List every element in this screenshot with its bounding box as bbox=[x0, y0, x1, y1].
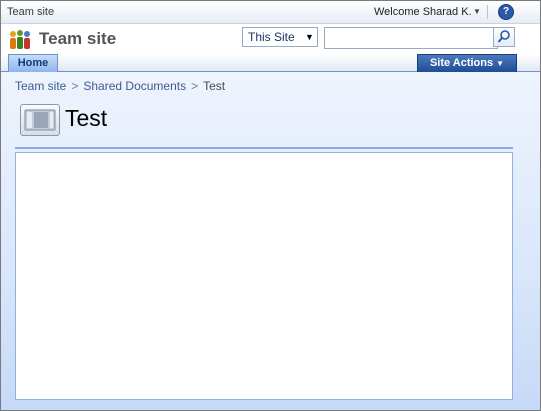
top-nav-bar: Home Site Actions ▼ bbox=[1, 54, 540, 73]
chevron-down-icon: ▼ bbox=[496, 59, 505, 68]
search-button[interactable] bbox=[493, 27, 515, 47]
sharepoint-window: Team site Welcome Sharad K. ▼ ? Team sit… bbox=[0, 0, 541, 411]
sharepoint-people-logo-icon bbox=[10, 30, 30, 49]
page-title: Test bbox=[65, 105, 108, 131]
site-actions-label: Site Actions bbox=[429, 57, 494, 69]
title-divider bbox=[15, 147, 513, 149]
title-area: Team site This Site ▼ bbox=[1, 24, 540, 54]
search-scope-value: This Site bbox=[248, 30, 295, 44]
welcome-menu[interactable]: Welcome Sharad K. bbox=[374, 6, 472, 18]
breadcrumb: Team site > Shared Documents > Test bbox=[15, 79, 225, 93]
content-zone bbox=[15, 152, 513, 400]
breadcrumb-link-shared-documents[interactable]: Shared Documents bbox=[83, 79, 186, 93]
breadcrumb-separator: > bbox=[191, 79, 199, 93]
breadcrumb-separator: > bbox=[71, 79, 79, 93]
magnifier-icon bbox=[497, 30, 510, 43]
help-icon[interactable]: ? bbox=[498, 4, 514, 20]
breadcrumb-link-team-site[interactable]: Team site bbox=[15, 79, 66, 93]
site-actions-menu[interactable]: Site Actions ▼ bbox=[417, 54, 517, 73]
web-part-page-icon bbox=[20, 104, 60, 136]
chevron-down-icon: ▼ bbox=[305, 32, 314, 42]
main-content: Team site > Shared Documents > Test Test bbox=[1, 72, 540, 410]
search-scope-dropdown[interactable]: This Site ▼ bbox=[242, 27, 318, 47]
site-title[interactable]: Team site bbox=[39, 29, 116, 49]
global-bar: Team site Welcome Sharad K. ▼ ? bbox=[1, 1, 540, 24]
chevron-down-icon[interactable]: ▼ bbox=[473, 7, 481, 16]
tab-home[interactable]: Home bbox=[8, 54, 58, 72]
web-part-page-glyph bbox=[24, 109, 56, 131]
divider bbox=[487, 5, 488, 19]
global-site-link[interactable]: Team site bbox=[7, 6, 54, 18]
search-input[interactable] bbox=[324, 27, 498, 49]
breadcrumb-current: Test bbox=[203, 79, 226, 93]
